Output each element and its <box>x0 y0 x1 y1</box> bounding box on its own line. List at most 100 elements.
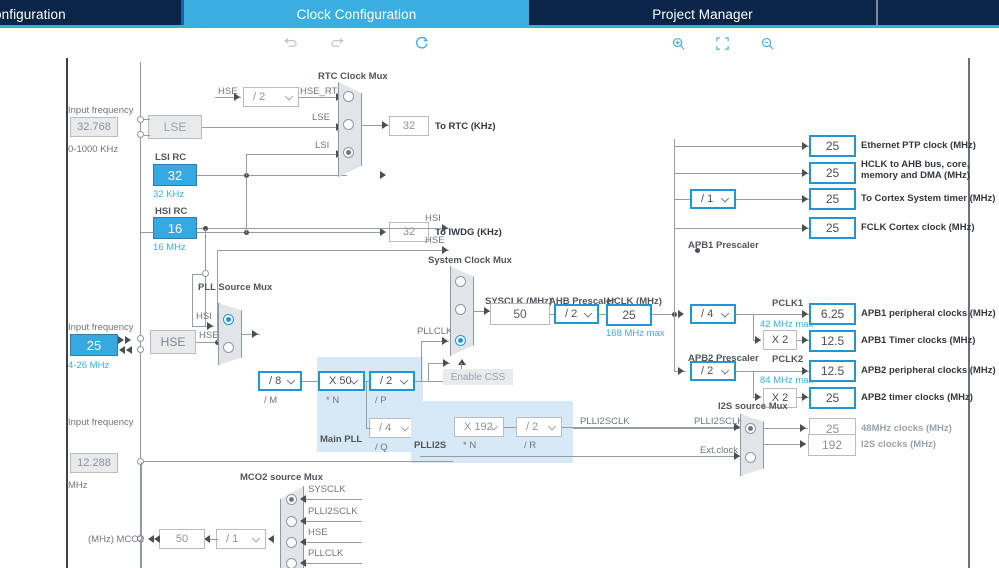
apb1-prescaler-value: / 4 <box>701 308 714 320</box>
sysmux-option-hse[interactable] <box>455 304 466 315</box>
hse-input-caption: Input frequency <box>68 322 134 333</box>
lse-oscillator-box[interactable]: LSE <box>148 115 202 139</box>
sysclk-value[interactable]: 50 <box>490 303 550 325</box>
apb1-timer-multiplier: X 2 <box>763 330 797 350</box>
lsi-rc-value[interactable]: 32 <box>153 164 197 186</box>
refresh-icon <box>416 36 429 49</box>
tab-pinout-configuration[interactable]: onfiguration <box>0 0 181 28</box>
mco2-option-sysclk[interactable] <box>286 494 297 505</box>
i2s-input-frequency-field[interactable]: 12.288 <box>70 453 118 473</box>
pll-p-divider-value: / 2 <box>380 375 393 387</box>
apb2-peripheral-clocks-label: APB2 peripheral clocks (MHz) <box>861 365 996 376</box>
sysmux-option-pllclk[interactable] <box>455 335 466 346</box>
zoom-in-button[interactable] <box>666 32 690 54</box>
pclk1-max-label: 42 MHz max <box>760 319 814 330</box>
apb2-timer-clocks-value[interactable]: 25 <box>809 387 856 409</box>
plli2s-r-value: / 2 <box>526 421 539 433</box>
apb2-prescaler-select[interactable]: / 2 <box>690 361 736 381</box>
pclk2-max-label: 84 MHz max <box>760 375 814 386</box>
pll-source-option-hse[interactable] <box>223 342 234 353</box>
zoom-out-icon <box>761 37 774 50</box>
cortex-system-timer-value[interactable]: 25 <box>809 188 856 210</box>
cortex-system-timer-prescaler-select[interactable]: / 1 <box>690 189 736 209</box>
fclk-cortex-clock-value[interactable]: 25 <box>809 217 856 239</box>
plli2s-n-value: X 192 <box>464 421 493 433</box>
i2s-input-caption: Input frequency <box>68 417 134 428</box>
hsi-rc-title: HSI RC <box>155 206 188 217</box>
mco2-option-label-pllclk: PLLCLK <box>308 548 344 559</box>
redo-button[interactable] <box>325 32 349 54</box>
i2s-clocks-label: I2S clocks (MHz) <box>861 439 936 450</box>
rtc-hse-divider-select[interactable]: / 2 <box>243 87 299 107</box>
hclk-value[interactable]: 25 <box>606 304 652 326</box>
pll-p-divider-select[interactable]: / 2 <box>369 371 415 391</box>
ethernet-ptp-clock-value[interactable]: 25 <box>809 135 856 157</box>
mco2-output-value[interactable]: 50 <box>159 529 205 549</box>
i2s-clocks-value[interactable]: 192 <box>808 434 856 456</box>
clock-toolbar: Resolve Clock Issues <box>0 28 999 79</box>
apb1-prescaler-select[interactable]: / 4 <box>690 304 736 324</box>
fit-to-screen-button[interactable] <box>710 32 734 54</box>
plli2s-r-divider-select[interactable]: / 2 <box>516 417 562 437</box>
ahb-prescaler-value: / 2 <box>565 308 578 320</box>
chevron-down-icon <box>720 194 730 203</box>
pll-m-divider-select[interactable]: / 8 <box>258 371 302 391</box>
undo-button[interactable] <box>278 32 302 54</box>
mco2-option-pllclk[interactable] <box>286 558 297 568</box>
hse-input-frequency-field[interactable]: 25 <box>70 334 118 356</box>
sysmux-pllclk-tag: PLLCLK <box>417 326 453 337</box>
plli2s-n-label: * N <box>463 440 477 451</box>
to-iwdg-value[interactable]: 32 <box>389 222 429 242</box>
tab-clock-configuration[interactable]: Clock Configuration <box>184 0 529 28</box>
tab-project-manager[interactable]: Project Manager <box>529 0 876 28</box>
to-rtc-value[interactable]: 32 <box>389 116 429 136</box>
i2s-mux-option-extclock[interactable] <box>745 452 756 463</box>
pll-n-multiplier-select[interactable]: X 50 <box>318 371 365 391</box>
chevron-down-icon <box>720 366 730 375</box>
ahb-prescaler-select[interactable]: / 2 <box>554 304 599 324</box>
rtc-mux-lse-tag: LSE <box>312 112 330 123</box>
apb1-timer-clocks-label: APB1 Timer clocks (MHz) <box>861 335 976 346</box>
pll-source-mux[interactable] <box>218 303 242 365</box>
pll-source-mux-title: PLL Source Mux <box>198 282 273 293</box>
zoom-out-button[interactable] <box>755 32 779 54</box>
pll-q-divider-select[interactable]: / 4 <box>369 418 415 438</box>
wire-hsi-to-sysmux <box>197 228 449 229</box>
refresh-button[interactable] <box>410 32 434 54</box>
enable-css-button[interactable]: Enable CSS <box>443 369 513 385</box>
mco2-option-hse[interactable] <box>286 537 297 548</box>
lse-port-bottom[interactable] <box>137 131 144 138</box>
apb1-timer-clocks-value[interactable]: 12.5 <box>809 330 856 352</box>
mco2-option-plli2sclk[interactable] <box>286 516 297 527</box>
pll-source-option-hsi[interactable] <box>223 314 234 325</box>
apb1-peripheral-clocks-label: APB1 peripheral clocks (MHz) <box>861 308 996 319</box>
rtc-mux-option-lse[interactable] <box>343 119 354 130</box>
chevron-down-icon <box>547 422 557 431</box>
rtc-mux-option-lsi[interactable] <box>343 147 354 158</box>
clock-tree-canvas[interactable]: Input frequency 32.768 0-1000 KHz LSE LS… <box>0 58 999 568</box>
hsi-rc-value[interactable]: 16 <box>153 217 197 239</box>
wire-plli2s-to-mux <box>562 427 742 428</box>
lse-port-top[interactable] <box>137 116 144 123</box>
hse-port-top[interactable] <box>137 335 144 342</box>
apb2-peripheral-clocks-value[interactable]: 12.5 <box>809 360 856 382</box>
pclk1-label: PCLK1 <box>772 298 804 309</box>
pll-q-divider-value: / 4 <box>379 422 392 434</box>
chevron-down-icon <box>400 423 410 432</box>
tab-empty-area <box>876 0 999 28</box>
apb1-peripheral-clocks-value[interactable]: 6.25 <box>809 303 856 325</box>
hse-oscillator-box[interactable]: HSE <box>150 330 196 354</box>
to-rtc-label: To RTC (KHz) <box>435 121 496 132</box>
hse-port-bottom[interactable] <box>137 346 144 353</box>
hclk-ahb-bus-label: HCLK to AHB bus, core, memory and DMA (M… <box>861 159 970 181</box>
rtc-mux-option-hse-rtc[interactable] <box>343 91 354 102</box>
hclk-ahb-bus-value[interactable]: 25 <box>809 162 856 184</box>
tab-label-configuration: onfiguration <box>0 6 66 22</box>
mco2-divider-select[interactable]: / 1 <box>216 529 266 549</box>
plli2sclk-tag: PLLI2SCLK <box>580 416 630 427</box>
lse-input-frequency-field[interactable]: 32.768 <box>70 117 118 137</box>
rtc-clock-mux-title: RTC Clock Mux <box>318 71 388 82</box>
i2s-mux-option-plli2sclk[interactable] <box>745 423 756 434</box>
plli2s-n-multiplier-select[interactable]: X 192 <box>454 417 504 437</box>
sysmux-option-hsi[interactable] <box>455 276 466 287</box>
